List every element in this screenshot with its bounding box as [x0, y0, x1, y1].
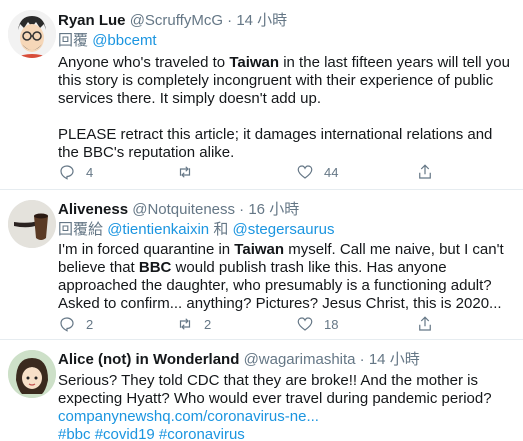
retweet-icon	[179, 318, 191, 330]
avatar-cartoon-girl-icon	[8, 350, 56, 398]
text-segment: I'm in forced quarantine in	[58, 241, 235, 258]
reply-conjunction: 和	[213, 221, 229, 238]
reply-context: 回覆給 @tientienkaixin 和 @stegersaurus	[58, 220, 515, 240]
retweet-icon	[179, 166, 191, 178]
hashtag-row: #bbc #covid19 #coronavirus	[58, 426, 515, 441]
reply-button[interactable]: 4	[58, 162, 93, 182]
url-link[interactable]: companynewshq.com/coronavirus-ne...	[58, 408, 515, 426]
tweet[interactable]: Ryan Lue @ScruffyMcG · 14 小時 回覆 @bbcemt …	[0, 0, 523, 190]
tweet-header: Ryan Lue @ScruffyMcG · 14 小時	[58, 11, 515, 31]
user-handle[interactable]: @Notquiteness	[132, 201, 235, 218]
tweet-paragraph: Anyone who's traveled to Taiwan in the l…	[58, 54, 515, 108]
reply-icon	[60, 317, 74, 332]
share-button[interactable]	[416, 162, 434, 182]
display-name[interactable]: Alice (not) in Wonderland	[58, 351, 239, 368]
tweet-actions: 2 2 18	[58, 314, 478, 334]
avatar[interactable]	[8, 350, 56, 398]
text-segment: Serious? They told CDC that they are bro…	[58, 372, 492, 407]
hashtag-link[interactable]: #bbc	[58, 426, 91, 441]
like-button[interactable]: 44	[296, 162, 338, 182]
timestamp[interactable]: 16 小時	[248, 201, 299, 218]
reply-prefix: 回覆	[58, 32, 89, 49]
display-name[interactable]: Ryan Lue	[58, 12, 126, 29]
share-button[interactable]	[416, 314, 434, 334]
avatar[interactable]	[8, 200, 56, 248]
highlight-keyword: Taiwan	[229, 54, 280, 71]
mention-link[interactable]: @stegersaurus	[233, 221, 335, 238]
mention-link[interactable]: @tientienkaixin	[107, 221, 209, 238]
reply-context: 回覆 @bbcemt	[58, 31, 515, 51]
tweet-actions: 4 44	[58, 162, 478, 182]
avatar-pipe-icon	[8, 200, 56, 248]
reply-count: 4	[86, 164, 94, 180]
share-icon	[419, 164, 431, 179]
retweet-button[interactable]: 2	[176, 314, 211, 334]
avatar-cartoon-face-icon	[8, 10, 56, 58]
timestamp[interactable]: 14 小時	[236, 12, 287, 29]
tweet-header: Aliveness @Notquiteness · 16 小時	[58, 200, 515, 220]
tweet-text: I'm in forced quarantine in Taiwan mysel…	[58, 241, 515, 313]
retweet-button[interactable]	[176, 162, 204, 182]
separator-dot: ·	[359, 351, 365, 368]
tweet-text: Anyone who's traveled to Taiwan in the l…	[58, 54, 515, 162]
mention-link[interactable]: @bbcemt	[92, 32, 156, 49]
like-count: 18	[324, 316, 339, 332]
tweet-header: Alice (not) in Wonderland @wagarimashita…	[58, 350, 515, 370]
user-handle[interactable]: @ScruffyMcG	[130, 12, 223, 29]
timestamp[interactable]: 14 小時	[369, 351, 420, 368]
user-handle[interactable]: @wagarimashita	[244, 351, 356, 368]
like-icon	[297, 317, 313, 331]
link-text[interactable]: companynewshq.com/coronavirus-ne...	[58, 408, 319, 425]
tweet[interactable]: Aliveness @Notquiteness · 16 小時 回覆給 @tie…	[0, 190, 523, 340]
retweet-count: 2	[204, 316, 212, 332]
like-count: 44	[324, 164, 339, 180]
like-icon	[297, 165, 313, 179]
hashtag-link[interactable]: #coronavirus	[159, 426, 245, 441]
reply-button[interactable]: 2	[58, 314, 93, 334]
tweet-text: Serious? They told CDC that they are bro…	[58, 372, 515, 441]
highlight-keyword: BBC	[138, 259, 172, 276]
tweet-feed: Ryan Lue @ScruffyMcG · 14 小時 回覆 @bbcemt …	[0, 0, 523, 441]
reply-icon	[60, 165, 74, 180]
hashtag-link[interactable]: #covid19	[95, 426, 155, 441]
tweet[interactable]: Alice (not) in Wonderland @wagarimashita…	[0, 340, 523, 441]
display-name[interactable]: Aliveness	[58, 201, 128, 218]
tweet-paragraph: PLEASE retract this article; it damages …	[58, 126, 493, 161]
highlight-keyword: Taiwan	[234, 241, 285, 258]
separator-dot: ·	[239, 201, 245, 218]
like-button[interactable]: 18	[296, 314, 338, 334]
reply-count: 2	[86, 316, 94, 332]
avatar[interactable]	[8, 10, 56, 58]
separator-dot: ·	[227, 12, 233, 29]
text-segment: Anyone who's traveled to	[58, 54, 230, 71]
share-icon	[419, 316, 431, 331]
reply-prefix: 回覆給	[58, 221, 104, 238]
